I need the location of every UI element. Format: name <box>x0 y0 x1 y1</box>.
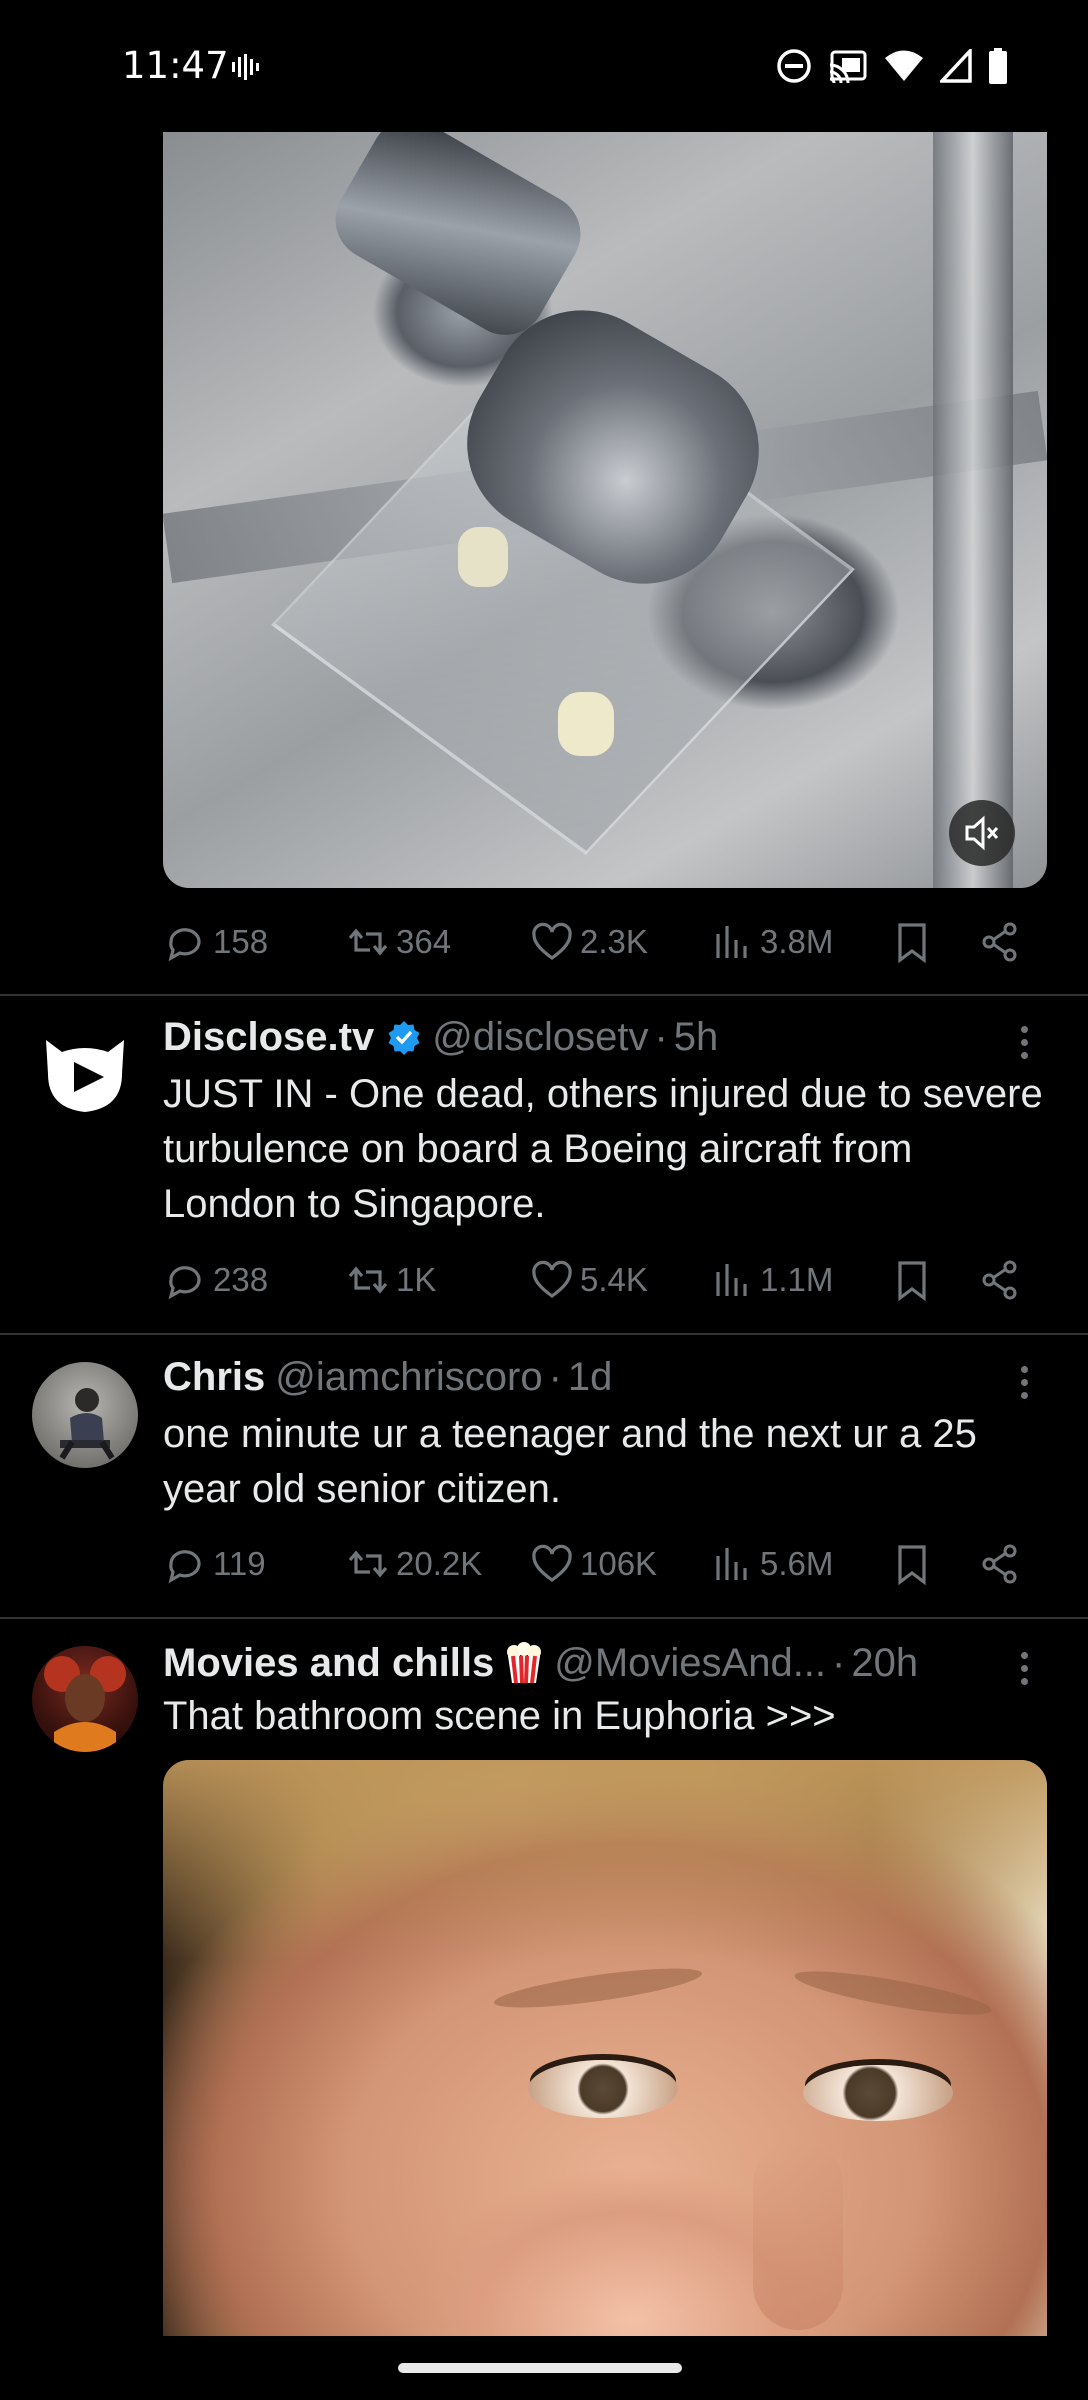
share-icon[interactable] <box>978 1542 1022 1591</box>
bookmark-icon[interactable] <box>890 1542 934 1591</box>
more-options-icon[interactable] <box>1004 1017 1044 1067</box>
heart-icon <box>532 1544 572 1582</box>
display-name[interactable]: Disclose.tv <box>163 1015 374 1060</box>
bookmark-icon[interactable] <box>890 920 934 969</box>
bookmark-icon[interactable] <box>890 1258 934 1307</box>
signal-icon <box>937 46 972 88</box>
share-icon[interactable] <box>978 1258 1022 1307</box>
volume-mute-icon[interactable] <box>949 800 1015 866</box>
repost-count: 1K <box>396 1261 437 1298</box>
like-count: 2.3K <box>580 923 648 960</box>
avatar[interactable] <box>32 1022 138 1128</box>
separator: · <box>548 1354 562 1399</box>
wifi-icon <box>884 49 924 88</box>
timestamp[interactable]: 1d <box>568 1355 613 1400</box>
divider <box>0 994 1088 996</box>
battery-icon <box>988 48 1008 89</box>
handle[interactable]: @disclosetv <box>432 1015 648 1060</box>
repost-button[interactable]: 1K <box>346 1250 436 1310</box>
heart-icon <box>532 922 572 960</box>
voicemail-icon <box>230 52 260 87</box>
views-icon <box>716 1548 747 1580</box>
repost-count: 20.2K <box>396 1545 483 1582</box>
reply-icon <box>168 1266 201 1300</box>
reply-icon <box>168 1550 201 1584</box>
display-name[interactable]: Chris <box>163 1355 265 1400</box>
repost-count: 364 <box>396 923 452 960</box>
tweet-text: one minute ur a teenager and the next ur… <box>163 1412 977 1511</box>
tweet-header: Movies and chills @MoviesAnd... · 20h <box>163 1638 918 1688</box>
like-button[interactable]: 106K <box>530 1534 657 1594</box>
handle[interactable]: @MoviesAnd... <box>554 1641 826 1686</box>
view-count: 3.8M <box>760 923 834 960</box>
tweet-video[interactable] <box>163 132 1047 888</box>
dnd-icon <box>776 48 812 89</box>
status-time: 11:47 <box>122 44 229 87</box>
reply-icon <box>168 928 201 962</box>
heart-icon <box>532 1260 572 1298</box>
divider <box>0 1333 1088 1335</box>
tweet-image[interactable] <box>163 1760 1047 2336</box>
reply-button[interactable]: 158 <box>163 912 268 972</box>
views-button[interactable]: 1.1M <box>710 1250 833 1310</box>
gesture-nav-pill[interactable] <box>398 2363 682 2373</box>
status-icons <box>776 46 1008 89</box>
more-options-icon[interactable] <box>1004 1357 1044 1407</box>
like-button[interactable]: 5.4K <box>530 1250 648 1310</box>
reply-count: 119 <box>213 1545 266 1582</box>
avatar[interactable] <box>32 1646 138 1752</box>
tweet-text: That bathroom scene in Euphoria >>> <box>163 1694 836 1738</box>
separator: · <box>654 1014 668 1059</box>
share-icon[interactable] <box>978 920 1022 969</box>
like-button[interactable]: 2.3K <box>530 912 648 972</box>
like-count: 106K <box>580 1545 658 1582</box>
views-button[interactable]: 5.6M <box>710 1534 833 1594</box>
tweet-header: Disclose.tv @disclosetv · 5h <box>163 1012 718 1062</box>
handle[interactable]: @iamchriscoro <box>275 1355 542 1400</box>
view-count: 1.1M <box>760 1261 834 1298</box>
verified-badge-icon <box>386 1019 422 1055</box>
reply-button[interactable]: 238 <box>163 1250 268 1310</box>
repost-icon <box>348 928 388 956</box>
timestamp[interactable]: 20h <box>851 1641 918 1686</box>
tweet-actions: 119 20.2K 106K 5.6M <box>163 1534 1033 1594</box>
more-options-icon[interactable] <box>1004 1643 1044 1693</box>
tweet-actions: 238 1K 5.4K 1.1M <box>163 1250 1033 1310</box>
separator: · <box>832 1640 846 1685</box>
popcorn-icon <box>504 1642 544 1684</box>
tweet-actions: 158 364 2.3K 3.8M <box>163 912 1033 972</box>
tweet-text: JUST IN - One dead, others injured due t… <box>163 1072 1043 1226</box>
avatar[interactable] <box>32 1362 138 1468</box>
cast-icon <box>828 49 868 88</box>
views-icon <box>716 1264 747 1296</box>
repost-button[interactable]: 20.2K <box>346 1534 482 1594</box>
like-count: 5.4K <box>580 1261 648 1298</box>
status-bar: 11:47 <box>0 0 1088 132</box>
timestamp[interactable]: 5h <box>674 1015 719 1060</box>
repost-icon <box>348 1266 388 1294</box>
views-icon <box>716 926 747 958</box>
views-button[interactable]: 3.8M <box>710 912 833 972</box>
divider <box>0 1617 1088 1619</box>
repost-button[interactable]: 364 <box>346 912 451 972</box>
reply-count: 158 <box>213 923 269 960</box>
tweet-header: Chris @iamchriscoro · 1d <box>163 1352 612 1402</box>
display-name[interactable]: Movies and chills <box>163 1641 494 1686</box>
reply-button[interactable]: 119 <box>163 1534 266 1594</box>
reply-count: 238 <box>213 1261 269 1298</box>
repost-icon <box>348 1550 388 1578</box>
view-count: 5.6M <box>760 1545 834 1582</box>
